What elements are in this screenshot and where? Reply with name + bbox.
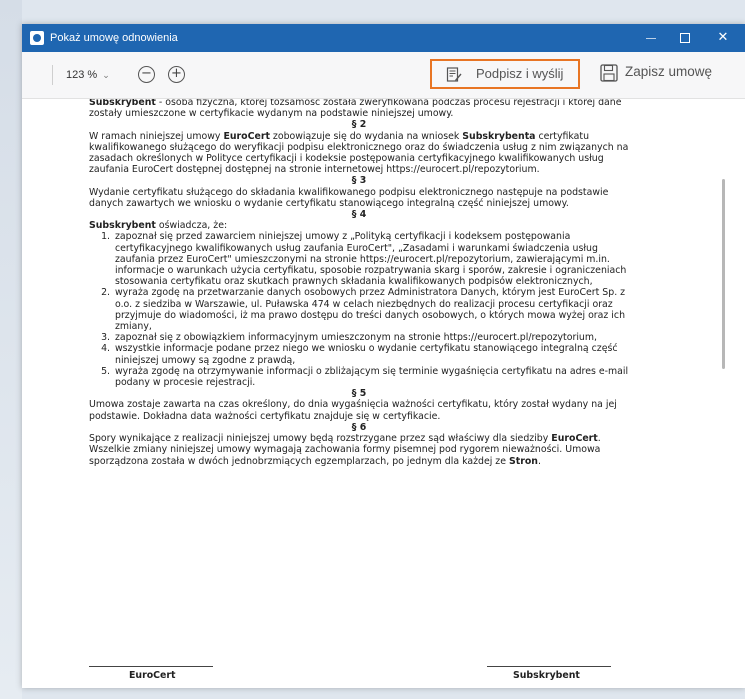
desktop-background (0, 0, 22, 699)
toolbar-divider (52, 65, 53, 85)
contract-document: Subskrybent - osoba fizyczna, której toż… (89, 99, 629, 467)
section-heading: § 6 (351, 421, 367, 433)
app-icon (30, 31, 44, 45)
zoom-value-label: 123 % (66, 69, 98, 81)
section-heading: § 4 (351, 209, 367, 221)
save-floppy-icon (600, 64, 618, 82)
section-heading: § 3 (351, 175, 367, 187)
section-4-intro: Subskrybent oświadcza, że: (89, 220, 228, 232)
save-contract-button[interactable]: Zapisz umowę (594, 59, 726, 89)
list-item: zapoznał się przed zawarciem niniejszej … (113, 231, 629, 287)
section-3-text: Wydanie certyfikatu służącego do składan… (89, 186, 609, 209)
zoom-dropdown[interactable]: 123 % ⌄ (66, 66, 110, 84)
contract-viewer-window: Pokaż umowę odnowienia ✕ 123 % ⌄ − + Pod… (22, 24, 745, 688)
list-item: wszystkie informacje podane przez niego … (113, 343, 629, 365)
title-bar: Pokaż umowę odnowienia ✕ (22, 24, 745, 52)
section-heading: § 5 (351, 388, 367, 400)
list-item: wyraża zgodę na przetwarzanie danych oso… (113, 287, 629, 332)
list-item: zapoznał się z obowiązkiem informacyjnym… (113, 332, 629, 343)
minimize-button[interactable] (634, 24, 668, 52)
section-6-text: Spory wynikające z realizacji niniejszej… (89, 433, 601, 467)
chevron-down-icon: ⌄ (102, 70, 110, 80)
definition-paragraph: Subskrybent - osoba fizyczna, której toż… (89, 99, 622, 120)
window-title: Pokaż umowę odnowienia (50, 32, 178, 44)
list-item: wyraża zgodę na otrzymywanie informacji … (113, 366, 629, 388)
maximize-button[interactable] (668, 24, 702, 52)
vertical-scrollbar[interactable] (722, 179, 725, 369)
section-5-text: Umowa zostaje zawarta na czas określony,… (89, 399, 617, 422)
signature-line-eurocert (89, 666, 213, 667)
zoom-out-icon[interactable]: − (138, 66, 155, 83)
section-heading: § 2 (351, 119, 367, 131)
sign-and-send-label: Podpisz i wyślij (476, 66, 564, 81)
signature-label-subscriber: Subskrybent (513, 670, 580, 681)
save-contract-label: Zapisz umowę (625, 64, 713, 79)
toolbar: 123 % ⌄ − + Podpisz i wyślij Zapisz umow… (22, 52, 745, 99)
sign-and-send-button[interactable]: Podpisz i wyślij (430, 59, 580, 89)
section-4-list: zapoznał się przed zawarciem niniejszej … (89, 231, 629, 388)
close-button[interactable]: ✕ (706, 24, 740, 52)
section-2-text: W ramach niniejszej umowy EuroCert zobow… (89, 130, 629, 176)
sign-document-icon (446, 67, 462, 82)
document-viewport[interactable]: Subskrybent - osoba fizyczna, której toż… (22, 99, 745, 688)
signature-line-subscriber (487, 666, 611, 667)
signature-label-eurocert: EuroCert (129, 670, 176, 681)
zoom-in-icon[interactable]: + (168, 66, 185, 83)
